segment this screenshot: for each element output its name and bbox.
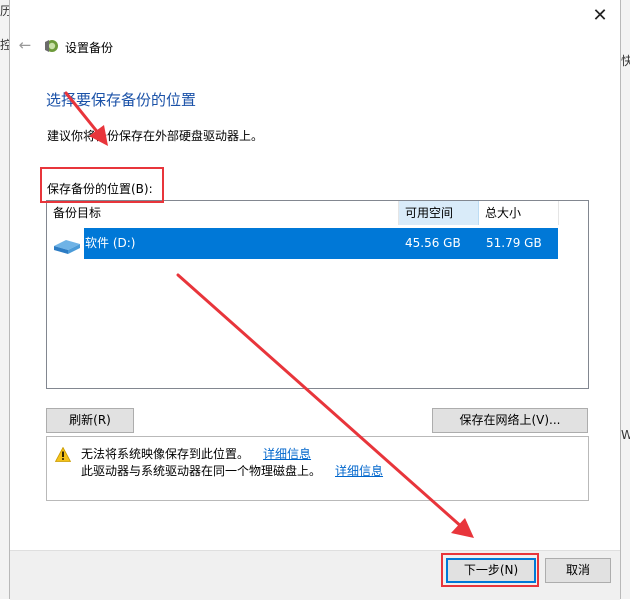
column-header-total-size[interactable]: 总大小 bbox=[479, 201, 559, 225]
background-text-fragment: 快 bbox=[621, 54, 630, 68]
page-heading: 选择要保存备份的位置 bbox=[46, 91, 197, 109]
warning-line-2: 此驱动器与系统驱动器在同一个物理磁盘上。 详细信息 bbox=[81, 462, 383, 479]
list-row-drive-d[interactable]: 软件 (D:) 45.56 GB 51.79 GB bbox=[84, 228, 558, 259]
drive-total-size: 51.79 GB bbox=[486, 236, 542, 250]
hard-drive-icon bbox=[54, 240, 80, 254]
drive-name: 软件 (D:) bbox=[85, 236, 136, 250]
window-title: 设置备份 bbox=[65, 41, 114, 55]
column-header-free-space[interactable]: 可用空间 bbox=[399, 201, 479, 225]
advice-text: 建议你将备份保存在外部硬盘驱动器上。 bbox=[47, 129, 264, 143]
list-header: 备份目标 可用空间 总大小 bbox=[47, 201, 588, 225]
details-link-2[interactable]: 详细信息 bbox=[335, 464, 383, 478]
warning-text-1: 无法将系统映像保存到此位置。 bbox=[81, 447, 250, 461]
annotation-highlight-location bbox=[40, 167, 164, 203]
warning-box: 无法将系统映像保存到此位置。 详细信息 此驱动器与系统驱动器在同一个物理磁盘上。详… bbox=[46, 436, 589, 501]
backup-target-list[interactable]: 备份目标 可用空间 总大小 软件 (D:) 45.56 GB 51.79 GB bbox=[46, 200, 589, 389]
cancel-button[interactable]: 取消 bbox=[545, 558, 611, 583]
details-link-1[interactable]: 详细信息 bbox=[263, 447, 311, 461]
back-arrow-icon[interactable]: ← bbox=[16, 36, 34, 54]
background-window-right: 快 W bbox=[621, 0, 630, 599]
column-header-target[interactable]: 备份目标 bbox=[47, 201, 399, 225]
close-icon[interactable]: ✕ bbox=[588, 4, 612, 28]
background-window-left: 历 控 bbox=[0, 0, 12, 599]
warning-text-2: 此驱动器与系统驱动器在同一个物理磁盘上。 bbox=[81, 464, 322, 478]
drive-free-space: 45.56 GB bbox=[405, 236, 461, 250]
refresh-button[interactable]: 刷新(R) bbox=[46, 408, 134, 433]
backup-settings-dialog: ✕ ← 设置备份 选择要保存备份的位置 建议你将备份保存在外部硬盘驱动器上。 保… bbox=[9, 0, 621, 600]
windows-backup-icon bbox=[45, 40, 58, 52]
annotation-highlight-next bbox=[441, 553, 539, 587]
warning-icon bbox=[55, 447, 71, 462]
save-on-network-button[interactable]: 保存在网络上(V)... bbox=[432, 408, 588, 433]
background-text-fragment: W bbox=[621, 428, 630, 442]
warning-line-1: 无法将系统映像保存到此位置。 详细信息 bbox=[81, 445, 311, 462]
